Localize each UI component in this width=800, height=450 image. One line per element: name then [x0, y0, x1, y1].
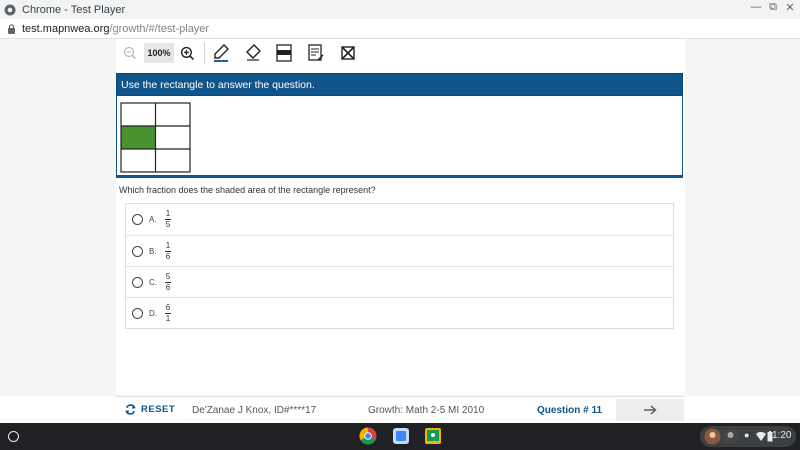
radio-button[interactable]: [132, 307, 143, 319]
passage-body: [116, 96, 683, 178]
numerator: 5: [165, 271, 171, 281]
answer-options: A. 1 5 B. 1 6 C. 5 6 D. 6 1: [125, 203, 674, 329]
launcher-icon[interactable]: [8, 431, 19, 442]
rectangle-grid-figure: [120, 102, 191, 173]
eraser-button[interactable]: [243, 42, 263, 64]
option-fraction: 5 6: [165, 271, 171, 292]
zoom-out-icon: [123, 46, 137, 60]
option-letter: D.: [149, 308, 157, 318]
notepad-icon: [308, 44, 324, 61]
reset-button[interactable]: RESET: [124, 403, 175, 416]
files-app-icon[interactable]: [392, 427, 410, 445]
option-fraction: 1 5: [165, 210, 171, 229]
denominator: 6: [165, 282, 171, 292]
option-d[interactable]: D. 6 1: [126, 297, 673, 328]
line-reader-icon: [276, 44, 292, 62]
zoom-level: 100%: [144, 43, 174, 63]
option-letter: C.: [149, 277, 157, 287]
passage-header: Use the rectangle to answer the question…: [116, 73, 683, 96]
reset-label: RESET: [141, 404, 176, 415]
question-number: Question # 11: [537, 405, 603, 416]
line-reader-button[interactable]: [274, 42, 294, 64]
os-shelf: ● 1:20: [0, 423, 800, 450]
radio-button[interactable]: [132, 214, 143, 225]
clock: 1:20: [772, 430, 792, 441]
student-info: De'Zanae J Knox, ID#****17: [192, 405, 317, 416]
option-fraction: 1 6: [165, 240, 171, 261]
url-path: /growth/#/test-player: [109, 22, 210, 35]
numerator: 6: [165, 302, 171, 312]
maximize-icon[interactable]: ⧉: [765, 1, 781, 14]
window-titlebar: Chrome - Test Player — ⧉ ✕: [0, 0, 800, 19]
option-a[interactable]: A. 1 5: [126, 204, 673, 235]
answer-eliminator-button[interactable]: [338, 42, 358, 64]
address-bar[interactable]: test.mapnwea.org /growth/#/test-player: [0, 19, 800, 39]
denominator: 1: [165, 313, 171, 323]
test-footer: RESET De'Zanae J Knox, ID#****17 Growth:…: [116, 396, 685, 424]
option-b[interactable]: B. 1 6: [126, 235, 673, 266]
close-icon[interactable]: ✕: [782, 1, 798, 14]
option-c[interactable]: C. 5 6: [126, 266, 673, 297]
radio-button[interactable]: [132, 276, 143, 288]
chrome-app-icon[interactable]: [359, 427, 377, 445]
lock-icon: [8, 23, 15, 34]
toolbar-divider: [204, 42, 205, 64]
zoom-out-button[interactable]: [122, 45, 138, 61]
arrow-right-icon: [644, 405, 657, 415]
highlighter-icon: [214, 44, 229, 62]
reset-icon: [125, 404, 136, 415]
tool-bar: 100%: [116, 39, 685, 69]
wifi-icon: [756, 431, 766, 441]
zoom-in-button[interactable]: [178, 44, 196, 62]
denominator: 5: [165, 220, 171, 229]
option-fraction: 6 1: [165, 302, 171, 323]
zoom-in-icon: [180, 46, 194, 60]
url-host: test.mapnwea.org: [22, 22, 110, 35]
denominator: 6: [165, 251, 171, 261]
test-player-content: 100% Use the rectangle to answer the que…: [116, 39, 685, 395]
eraser-icon: [246, 44, 261, 61]
numerator: 1: [165, 240, 171, 250]
question-stem: Which fraction does the shaded area of t…: [119, 185, 376, 195]
avatar: [704, 428, 721, 445]
option-letter: B.: [149, 246, 157, 256]
next-button[interactable]: [616, 399, 684, 421]
window-title: Chrome - Test Player: [22, 3, 126, 16]
avatar: [722, 428, 739, 445]
shaded-cell: [121, 126, 155, 149]
option-letter: A.: [149, 215, 157, 224]
notepad-button[interactable]: [306, 42, 326, 64]
classroom-app-icon[interactable]: [424, 427, 442, 445]
numerator: 1: [165, 209, 171, 218]
notification-icon: ●: [744, 430, 750, 440]
chrome-icon: [4, 4, 16, 15]
highlighter-button[interactable]: [211, 42, 231, 64]
minimize-icon[interactable]: —: [748, 1, 764, 13]
test-name: Growth: Math 2-5 MI 2010: [368, 405, 485, 416]
radio-button[interactable]: [132, 245, 143, 257]
answer-eliminator-icon: [341, 46, 355, 60]
